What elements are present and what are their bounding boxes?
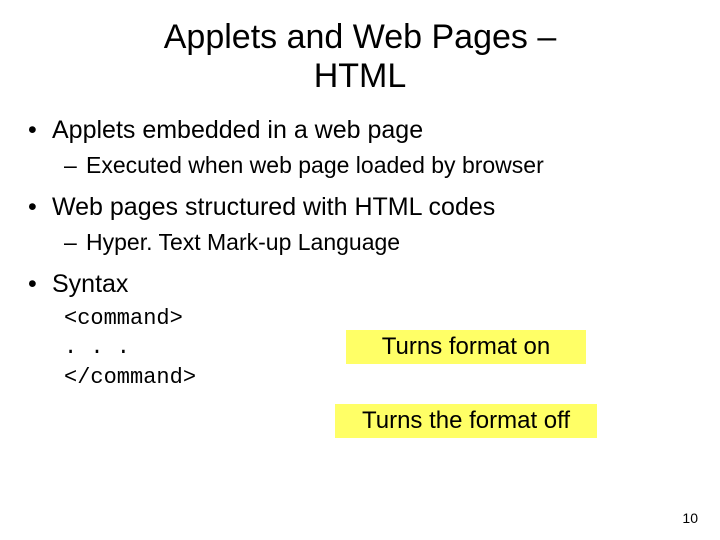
slide-title: Applets and Web Pages – HTML — [0, 0, 720, 96]
bullet-1-sub-text: Executed when web page loaded by browser — [86, 150, 544, 181]
code-close-tag: </command> — [64, 363, 692, 393]
bullet-dash-icon: – — [64, 150, 78, 181]
bullet-1-text: Applets embedded in a web page — [52, 114, 423, 148]
bullet-1-sub: – Executed when web page loaded by brows… — [64, 150, 692, 181]
bullet-1: • Applets embedded in a web page — [28, 114, 692, 148]
bullet-dot-icon: • — [28, 114, 42, 148]
highlight-format-on: Turns format on — [346, 330, 586, 364]
bullet-3-text: Syntax — [52, 268, 128, 302]
bullet-2: • Web pages structured with HTML codes — [28, 191, 692, 225]
bullet-2-sub-text: Hyper. Text Mark-up Language — [86, 227, 400, 258]
page-number: 10 — [682, 510, 698, 526]
bullet-2-sub: – Hyper. Text Mark-up Language — [64, 227, 692, 258]
bullet-dot-icon: • — [28, 268, 42, 302]
bullet-3: • Syntax — [28, 268, 692, 302]
title-line-2: HTML — [314, 57, 407, 95]
bullet-2-text: Web pages structured with HTML codes — [52, 191, 495, 225]
highlight-format-off: Turns the format off — [335, 404, 597, 438]
title-line-1: Applets and Web Pages – — [164, 18, 557, 56]
bullet-dash-icon: – — [64, 227, 78, 258]
code-open-tag: <command> — [64, 304, 692, 334]
bullet-dot-icon: • — [28, 191, 42, 225]
